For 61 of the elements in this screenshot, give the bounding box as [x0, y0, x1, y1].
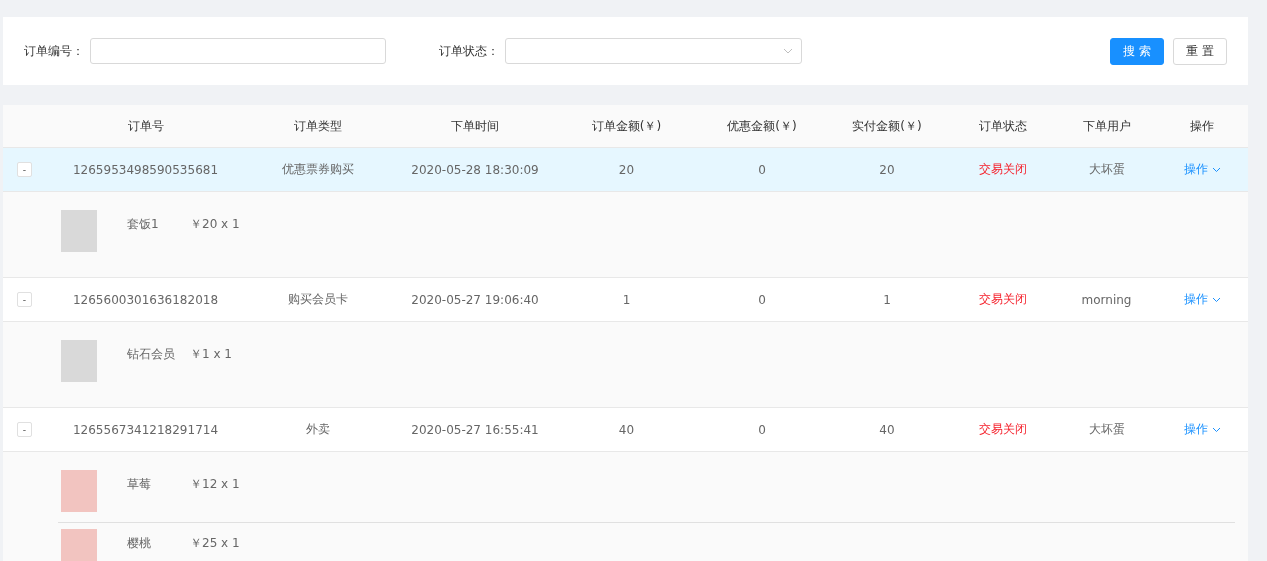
table-cell-text: 大坏蛋 — [1087, 421, 1126, 438]
photo-placeholder — [61, 340, 97, 382]
status-text: 交易关闭 — [977, 291, 1028, 308]
column-header: 订单类型 — [292, 117, 343, 135]
column-header: 优惠金额(￥) — [726, 117, 798, 135]
table-cell-text: 2020-05-28 18:30:09 — [410, 162, 540, 177]
table-cell-text: 20 — [617, 162, 636, 177]
action-dropdown[interactable]: 操作 — [1183, 421, 1221, 438]
column-header: 订单号 — [126, 117, 165, 135]
column-header: 下单时间 — [450, 117, 500, 135]
item-name: 樱桃 — [127, 535, 152, 552]
reset-button[interactable]: 重 置 — [1173, 37, 1227, 65]
table-cell-text: 0 — [757, 292, 767, 307]
column-header: 订单状态 — [977, 117, 1028, 135]
chevron-down-icon — [1211, 426, 1221, 433]
table-cell-text: 1 — [621, 292, 632, 307]
chevron-down-icon — [783, 48, 793, 54]
column-header: 订单金额(￥) — [590, 117, 663, 135]
status-select[interactable] — [505, 38, 802, 64]
table-cell-text: 0 — [757, 422, 767, 437]
table-cell-text: 外卖 — [304, 421, 331, 438]
item-name: 套饭1 — [127, 216, 160, 233]
field-label: 订单编号： — [24, 42, 84, 60]
item-name: 草莓 — [127, 476, 152, 493]
column-header: 操作 — [1189, 117, 1215, 135]
status-text: 交易关闭 — [977, 421, 1028, 438]
expand-toggle[interactable]: - — [17, 422, 32, 438]
table-cell-text: 40 — [617, 422, 636, 437]
action-dropdown[interactable]: 操作 — [1183, 291, 1221, 308]
table-cell-text: 大坏蛋 — [1087, 161, 1126, 178]
order-number-input[interactable] — [90, 38, 386, 64]
table-cell-text: 20 — [878, 162, 896, 177]
table-cell-text: 2020-05-27 19:06:40 — [410, 292, 540, 307]
column-header: 实付金额(￥) — [851, 117, 923, 135]
chevron-down-icon — [1211, 166, 1221, 173]
item-price: ￥20 x 1 — [190, 216, 240, 233]
chevron-down-icon — [1211, 296, 1221, 303]
item-price: ￥1 x 1 — [190, 346, 232, 363]
table-cell-text: 优惠票券购买 — [280, 161, 355, 178]
item-price: ￥12 x 1 — [190, 476, 240, 493]
table-cell-text: 2020-05-27 16:55:41 — [410, 422, 540, 437]
expand-toggle[interactable]: - — [17, 292, 32, 308]
field-label: 订单状态： — [439, 42, 499, 60]
table-row[interactable]: - 1265953498590535681 优惠票券购买 2020-05-28 18:30:09 20 0 20 交易关闭 大坏蛋 操作 — [3, 148, 1248, 192]
table-cell-text: 1265567341218291714 — [71, 422, 220, 437]
table-cell-text: 1265600301636182018 — [71, 292, 220, 307]
table-cell-text: morning — [1080, 292, 1133, 307]
expand-toggle[interactable]: - — [17, 162, 32, 178]
table-cell-text: 购买会员卡 — [286, 291, 349, 308]
table-cell-text: 1 — [882, 292, 892, 307]
table-cell-text: 40 — [878, 422, 896, 437]
item-price: ￥25 x 1 — [190, 535, 240, 552]
status-text: 交易关闭 — [977, 161, 1028, 178]
photo-placeholder — [61, 210, 97, 252]
table-cell-text: 0 — [757, 162, 767, 177]
photo-placeholder — [61, 470, 97, 512]
search-button[interactable]: 搜 索 — [1110, 37, 1165, 65]
photo-placeholder — [61, 529, 97, 561]
table-cell-text: 1265953498590535681 — [71, 162, 220, 177]
column-header: 下单用户 — [1081, 117, 1132, 135]
item-name: 钻石会员 — [127, 346, 176, 363]
